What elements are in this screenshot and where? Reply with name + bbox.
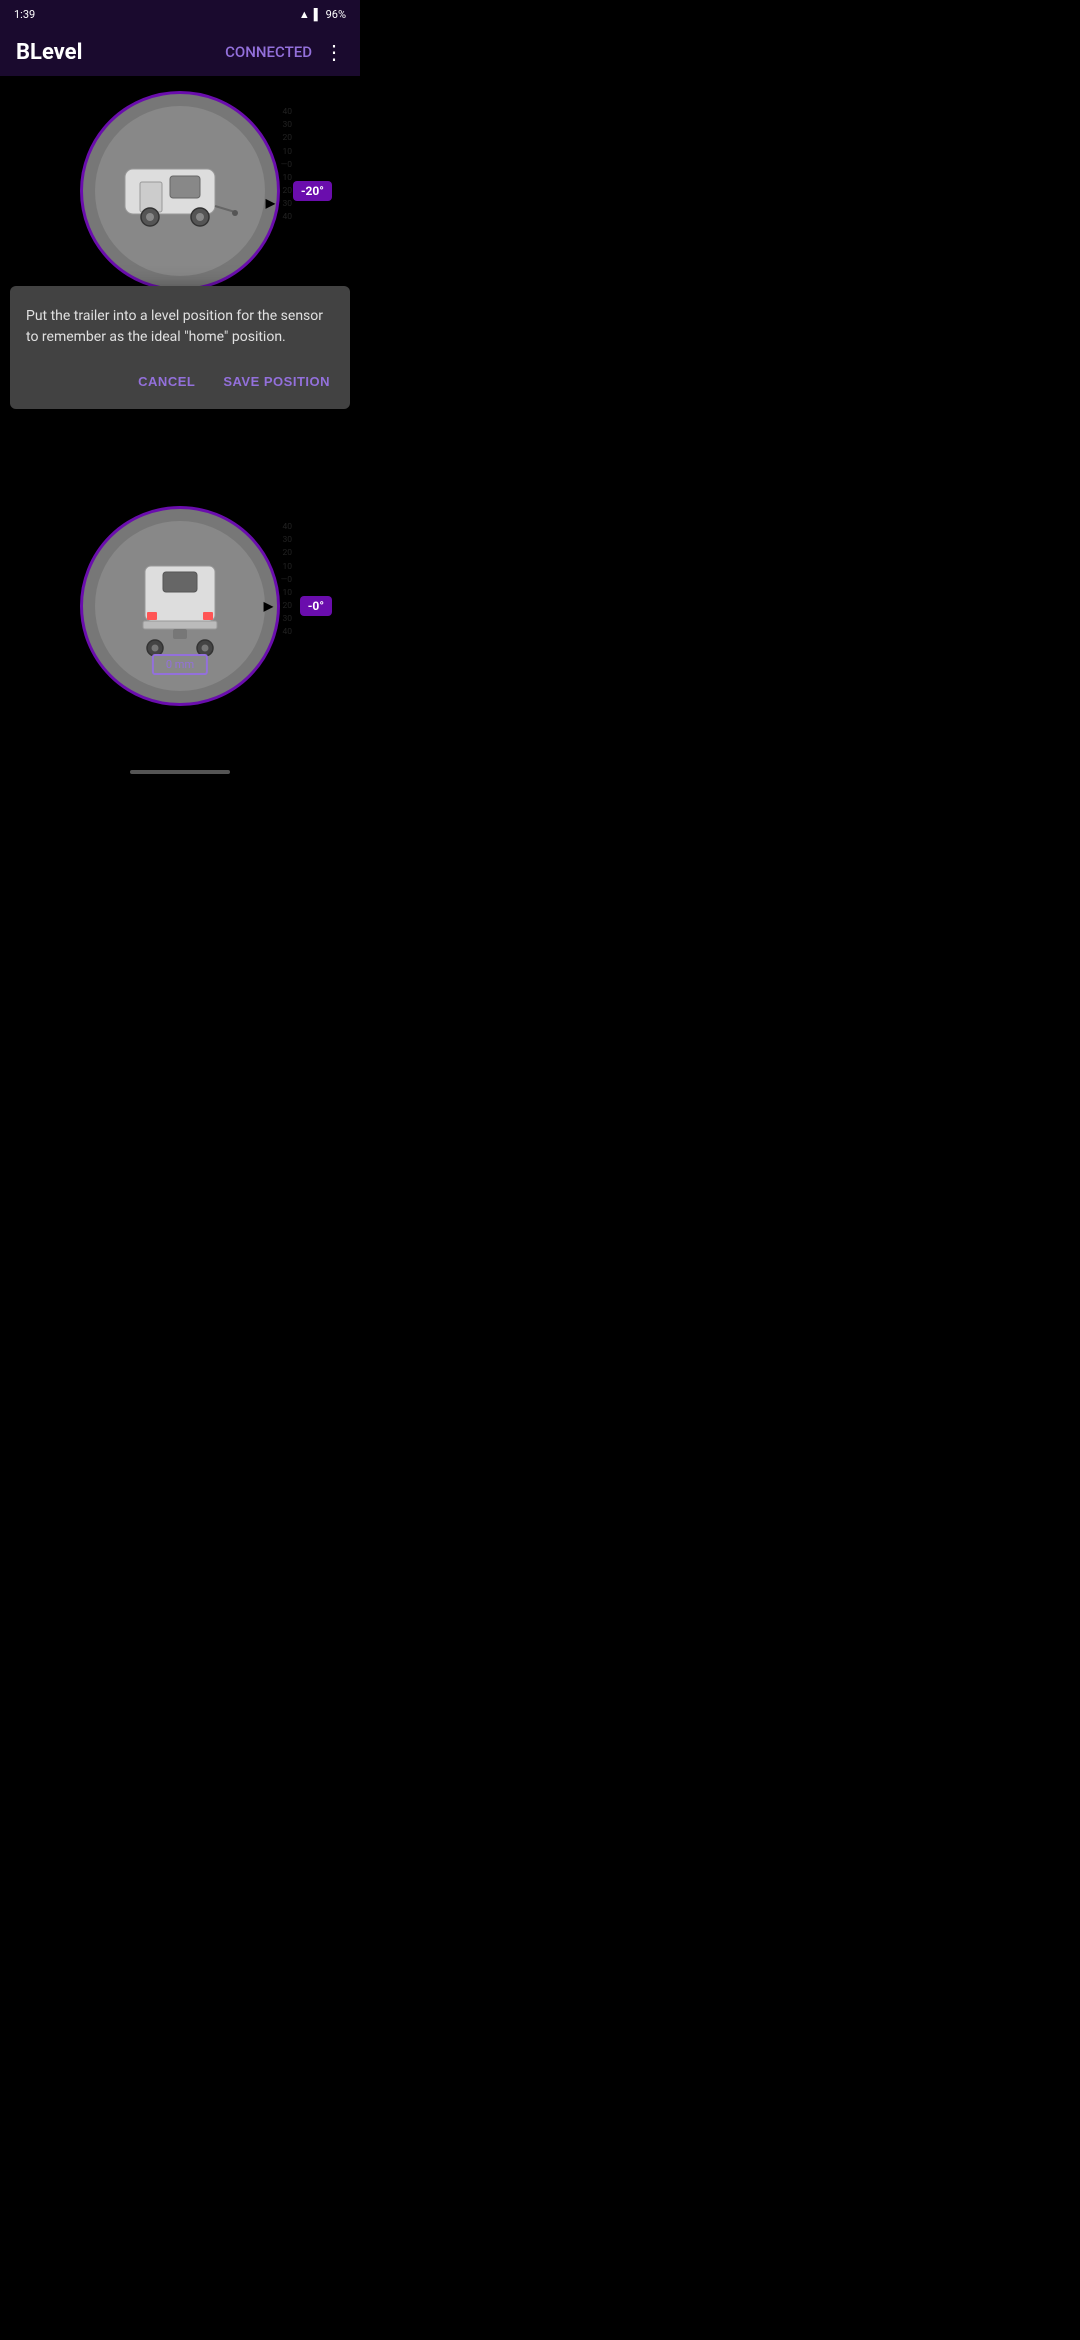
b-scale-20b: 20: [282, 600, 292, 613]
scale-40b-top: 40: [282, 211, 292, 224]
app-title: BLevel: [16, 40, 82, 65]
time-display: 1:39: [14, 8, 35, 21]
status-bar: 1:39 ▲ ▌ 96%: [0, 0, 360, 28]
app-bar: BLevel CONNECTED ⋮: [0, 28, 360, 76]
top-gauge-container: 40 30 20 10 —0 10 20 30 40 ▶ -20°: [80, 91, 280, 291]
bottom-gauge-section: 0 mm 40 30 20 10 —0 10 20 30 40 ▶: [0, 466, 360, 746]
scale-0-top: —0: [281, 159, 292, 172]
bottom-gauge-container: 0 mm 40 30 20 10 —0 10 20 30 40 ▶: [80, 506, 280, 706]
b-scale-10b: 10: [282, 587, 292, 600]
b-scale-20: 20: [282, 547, 292, 560]
scale-20b-top: 20: [282, 185, 292, 198]
top-arrow-indicator: ▶: [266, 196, 275, 210]
battery-display: 96%: [326, 8, 346, 21]
connected-status: CONNECTED: [225, 43, 312, 61]
b-scale-40b: 40: [282, 626, 292, 639]
b-scale-0: —0: [281, 574, 292, 587]
top-gauge-section: 40 30 20 10 —0 10 20 30 40 ▶ -20°: [0, 76, 360, 306]
status-left: 1:39: [14, 8, 35, 21]
scale-10-top: 10: [282, 146, 292, 159]
scale-10b-top: 10: [282, 172, 292, 185]
dialog-container: Put the trailer into a level position fo…: [10, 286, 350, 409]
scale-30b-top: 30: [282, 198, 292, 211]
menu-icon[interactable]: ⋮: [324, 40, 344, 64]
scale-30-top: 30: [282, 119, 292, 132]
bottom-arrow-indicator: ▶: [264, 599, 273, 613]
b-scale-40: 40: [282, 521, 292, 534]
bottom-gauge-circle: 0 mm 40 30 20 10 —0 10 20 30 40 ▶: [80, 506, 280, 706]
b-scale-30: 30: [282, 534, 292, 547]
b-scale-10: 10: [282, 561, 292, 574]
bottom-scale: 40 30 20 10 —0 10 20 30 40: [281, 521, 292, 640]
dialog-message: Put the trailer into a level position fo…: [26, 306, 334, 348]
scale-40-top: 40: [282, 106, 292, 119]
content-area: 40 30 20 10 —0 10 20 30 40 ▶ -20° Put th…: [0, 76, 360, 780]
wifi-icon: ▲: [299, 8, 310, 21]
home-gesture-bar: [130, 770, 230, 774]
b-scale-30b: 30: [282, 613, 292, 626]
bottom-angle-badge: -0°: [300, 596, 332, 616]
top-gauge-inner: [95, 106, 265, 276]
trailer-side-image: [115, 154, 245, 229]
top-gauge-circle: 40 30 20 10 —0 10 20 30 40 ▶: [80, 91, 280, 291]
scale-20-top: 20: [282, 132, 292, 145]
app-bar-right: CONNECTED ⋮: [225, 40, 344, 64]
status-right: ▲ ▌ 96%: [299, 8, 346, 21]
mm-badge: 0 mm: [152, 654, 208, 675]
save-position-button[interactable]: SAVE POSITION: [219, 368, 334, 395]
dialog-buttons: CANCEL SAVE POSITION: [26, 368, 334, 395]
top-angle-badge: -20°: [293, 181, 332, 201]
top-scale: 40 30 20 10 —0 10 20 30 40: [281, 106, 292, 225]
bottom-gauge-inner: 0 mm: [95, 521, 265, 691]
trailer-rear-image: [135, 556, 225, 656]
signal-icon: ▌: [314, 8, 322, 21]
cancel-button[interactable]: CANCEL: [134, 368, 199, 395]
